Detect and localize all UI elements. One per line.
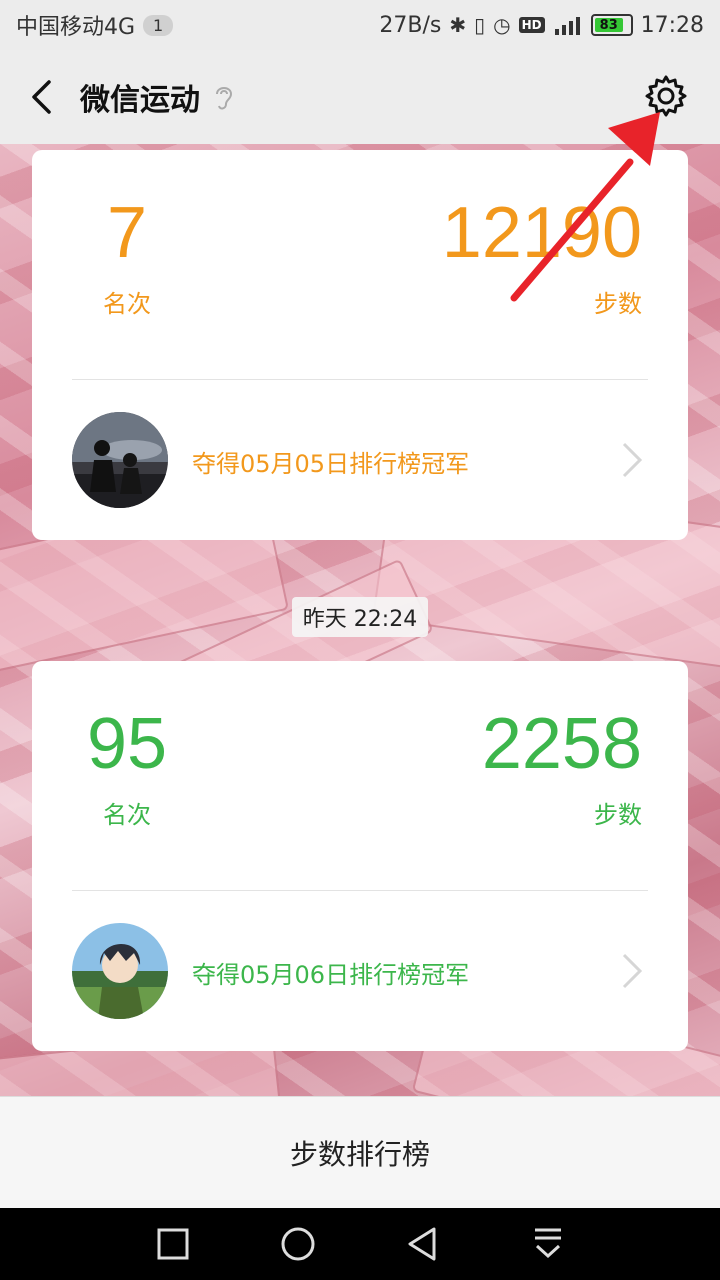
battery-level: 83 xyxy=(594,18,623,33)
notification-pull-button[interactable] xyxy=(526,1222,570,1266)
pull-down-icon xyxy=(534,1228,561,1259)
carrier-label: 中国移动4G xyxy=(16,15,136,40)
leaderboard-label: 步数排行榜 xyxy=(289,1137,430,1171)
home-button[interactable] xyxy=(276,1222,320,1266)
circle-icon xyxy=(281,1227,314,1261)
ear-icon xyxy=(216,87,233,110)
yesterday-rank-card: 95 名次 2258 步数 夺得05月06日排行榜冠军 xyxy=(32,661,688,1051)
status-bar: 中国移动4G 1 27B/s ✱ ▯ ◷ HD 83 17:28 xyxy=(0,0,720,50)
triangle-back-icon xyxy=(408,1227,435,1261)
avatar[interactable] xyxy=(72,923,168,1019)
net-speed: 27B/s xyxy=(379,12,442,38)
steps-label: 步数 xyxy=(594,801,642,829)
signal-icon xyxy=(553,15,583,35)
avatar[interactable] xyxy=(72,412,168,508)
square-icon xyxy=(157,1228,188,1260)
annotation-arrow-icon xyxy=(510,112,660,302)
hd-icon: HD xyxy=(518,17,545,33)
alarm-icon: ◷ xyxy=(493,13,511,37)
rank-label: 名次 xyxy=(103,290,151,318)
page-title: 微信运动 xyxy=(80,83,200,118)
chevron-right-icon[interactable] xyxy=(620,440,644,480)
system-nav-bar xyxy=(0,1208,720,1280)
vibrate-icon: ▯ xyxy=(474,13,486,37)
sim-badge: 1 xyxy=(143,14,174,36)
rank-label: 名次 xyxy=(103,801,151,829)
divider xyxy=(72,379,648,380)
timestamp-label: 昨天 22:24 xyxy=(292,597,428,637)
back-button[interactable] xyxy=(22,77,62,117)
leaderboard-button[interactable]: 步数排行榜 xyxy=(0,1096,720,1208)
back-nav-button[interactable] xyxy=(401,1222,445,1266)
clock: 17:28 xyxy=(640,12,704,38)
rank-value: 7 xyxy=(106,193,148,273)
rank-value: 95 xyxy=(86,704,168,784)
champion-link[interactable]: 夺得05月05日排行榜冠军 xyxy=(192,444,469,479)
chevron-left-icon xyxy=(32,80,51,114)
battery-icon: 83 xyxy=(590,14,633,36)
divider xyxy=(72,890,648,891)
recents-button[interactable] xyxy=(151,1222,195,1266)
steps-value: 2258 xyxy=(481,704,642,784)
champion-link[interactable]: 夺得05月06日排行榜冠军 xyxy=(192,955,469,990)
chevron-right-icon[interactable] xyxy=(620,951,644,991)
bluetooth-icon: ✱ xyxy=(449,13,467,37)
